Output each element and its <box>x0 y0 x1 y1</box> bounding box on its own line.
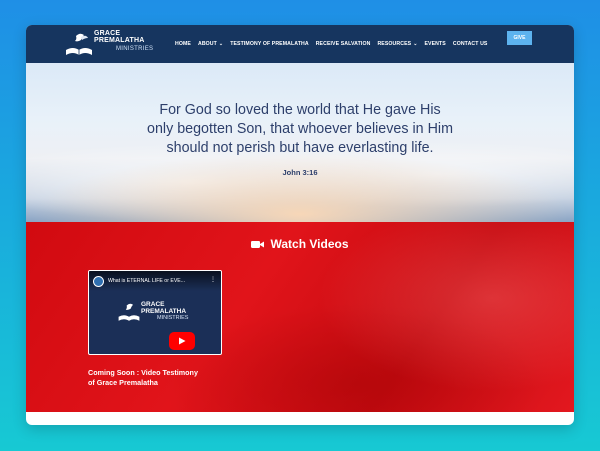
nav-resources-label: RESOURCES <box>377 41 412 47</box>
chevron-down-icon: ⌄ <box>218 41 224 47</box>
brand-line1: GRACE <box>94 30 121 37</box>
nav-receive-salvation-label: RECEIVE SALVATION <box>315 41 371 47</box>
nav-home[interactable]: HOME <box>175 41 191 47</box>
video-title[interactable]: What is ETERNAL LIFE or EVE... <box>108 278 185 284</box>
nav-testimony-label: TESTIMONY OF PREMALATHA <box>230 41 309 47</box>
more-options-icon[interactable]: ⋮ <box>210 276 216 283</box>
nav-events-label: EVENTS <box>424 41 446 47</box>
play-icon <box>179 337 186 345</box>
give-button[interactable]: GIVE <box>507 31 532 45</box>
video-logo: GRACE PREMALATHA MINISTRIES <box>117 299 197 350</box>
verse-line: For God so loved the world that He gave … <box>159 102 441 118</box>
bible-dove-logo-icon <box>66 33 92 55</box>
site-logo[interactable]: GRACE PREMALATHA MINISTRIES <box>64 28 160 60</box>
brand-sub: MINISTRIES <box>116 46 154 52</box>
nav-about-label: ABOUT <box>197 41 217 47</box>
video-camera-icon <box>251 240 265 248</box>
video-title-bar: What is ETERNAL LIFE or EVE... <box>89 271 221 291</box>
bible-dove-logo-icon <box>118 303 140 321</box>
nav-resources[interactable]: RESOURCES ⌄ <box>377 41 417 47</box>
nav-home-label: HOME <box>175 41 191 47</box>
verse-line: only begotten Son, that whoever believes… <box>147 121 453 137</box>
brand-line2: PREMALATHA <box>94 37 145 44</box>
nav-testimony[interactable]: TESTIMONY OF PREMALATHA <box>230 41 308 47</box>
section-heading-text: Watch Videos <box>270 237 349 251</box>
nav-events[interactable]: EVENTS <box>425 41 446 47</box>
scripture-verse: For God so loved the world that He gave … <box>106 101 494 158</box>
caption-line: Coming Soon : Video Testimony <box>88 368 198 377</box>
play-button[interactable] <box>169 332 195 350</box>
channel-avatar[interactable] <box>93 275 104 287</box>
chevron-down-icon: ⌄ <box>413 41 418 47</box>
nav-contact-us[interactable]: CONTACT US <box>453 41 488 47</box>
site-header: GRACE PREMALATHA MINISTRIES HOME ABOUT ⌄… <box>26 25 574 63</box>
section-heading: Watch Videos <box>26 237 574 251</box>
hero-banner: For God so loved the world that He gave … <box>26 63 574 222</box>
video-logo-sub: MINISTRIES <box>157 315 189 321</box>
video-caption[interactable]: Coming Soon : Video Testimony of Grace P… <box>88 368 228 387</box>
nav-receive-salvation[interactable]: RECEIVE SALVATION <box>316 41 371 47</box>
caption-line: of Grace Premalatha <box>88 377 158 387</box>
video-embed[interactable]: What is ETERNAL LIFE or EVE... ⋮ GRACE P… <box>88 270 222 355</box>
watch-videos-section: Watch Videos What is ETERNAL LIFE or EVE… <box>26 222 574 412</box>
video-logo-line2: PREMALATHA <box>141 308 187 315</box>
nav-contact-us-label: CONTACT US <box>452 41 488 47</box>
browser-frame: GRACE PREMALATHA MINISTRIES HOME ABOUT ⌄… <box>26 25 574 425</box>
nav-about[interactable]: ABOUT ⌄ <box>198 41 223 47</box>
video-logo-line1: GRACE <box>141 301 165 308</box>
main-menu: HOME ABOUT ⌄ TESTIMONY OF PREMALATHA REC… <box>175 25 487 63</box>
verse-reference: John 3:16 <box>282 168 318 177</box>
verse-line: should not perish but have everlasting l… <box>166 140 434 156</box>
